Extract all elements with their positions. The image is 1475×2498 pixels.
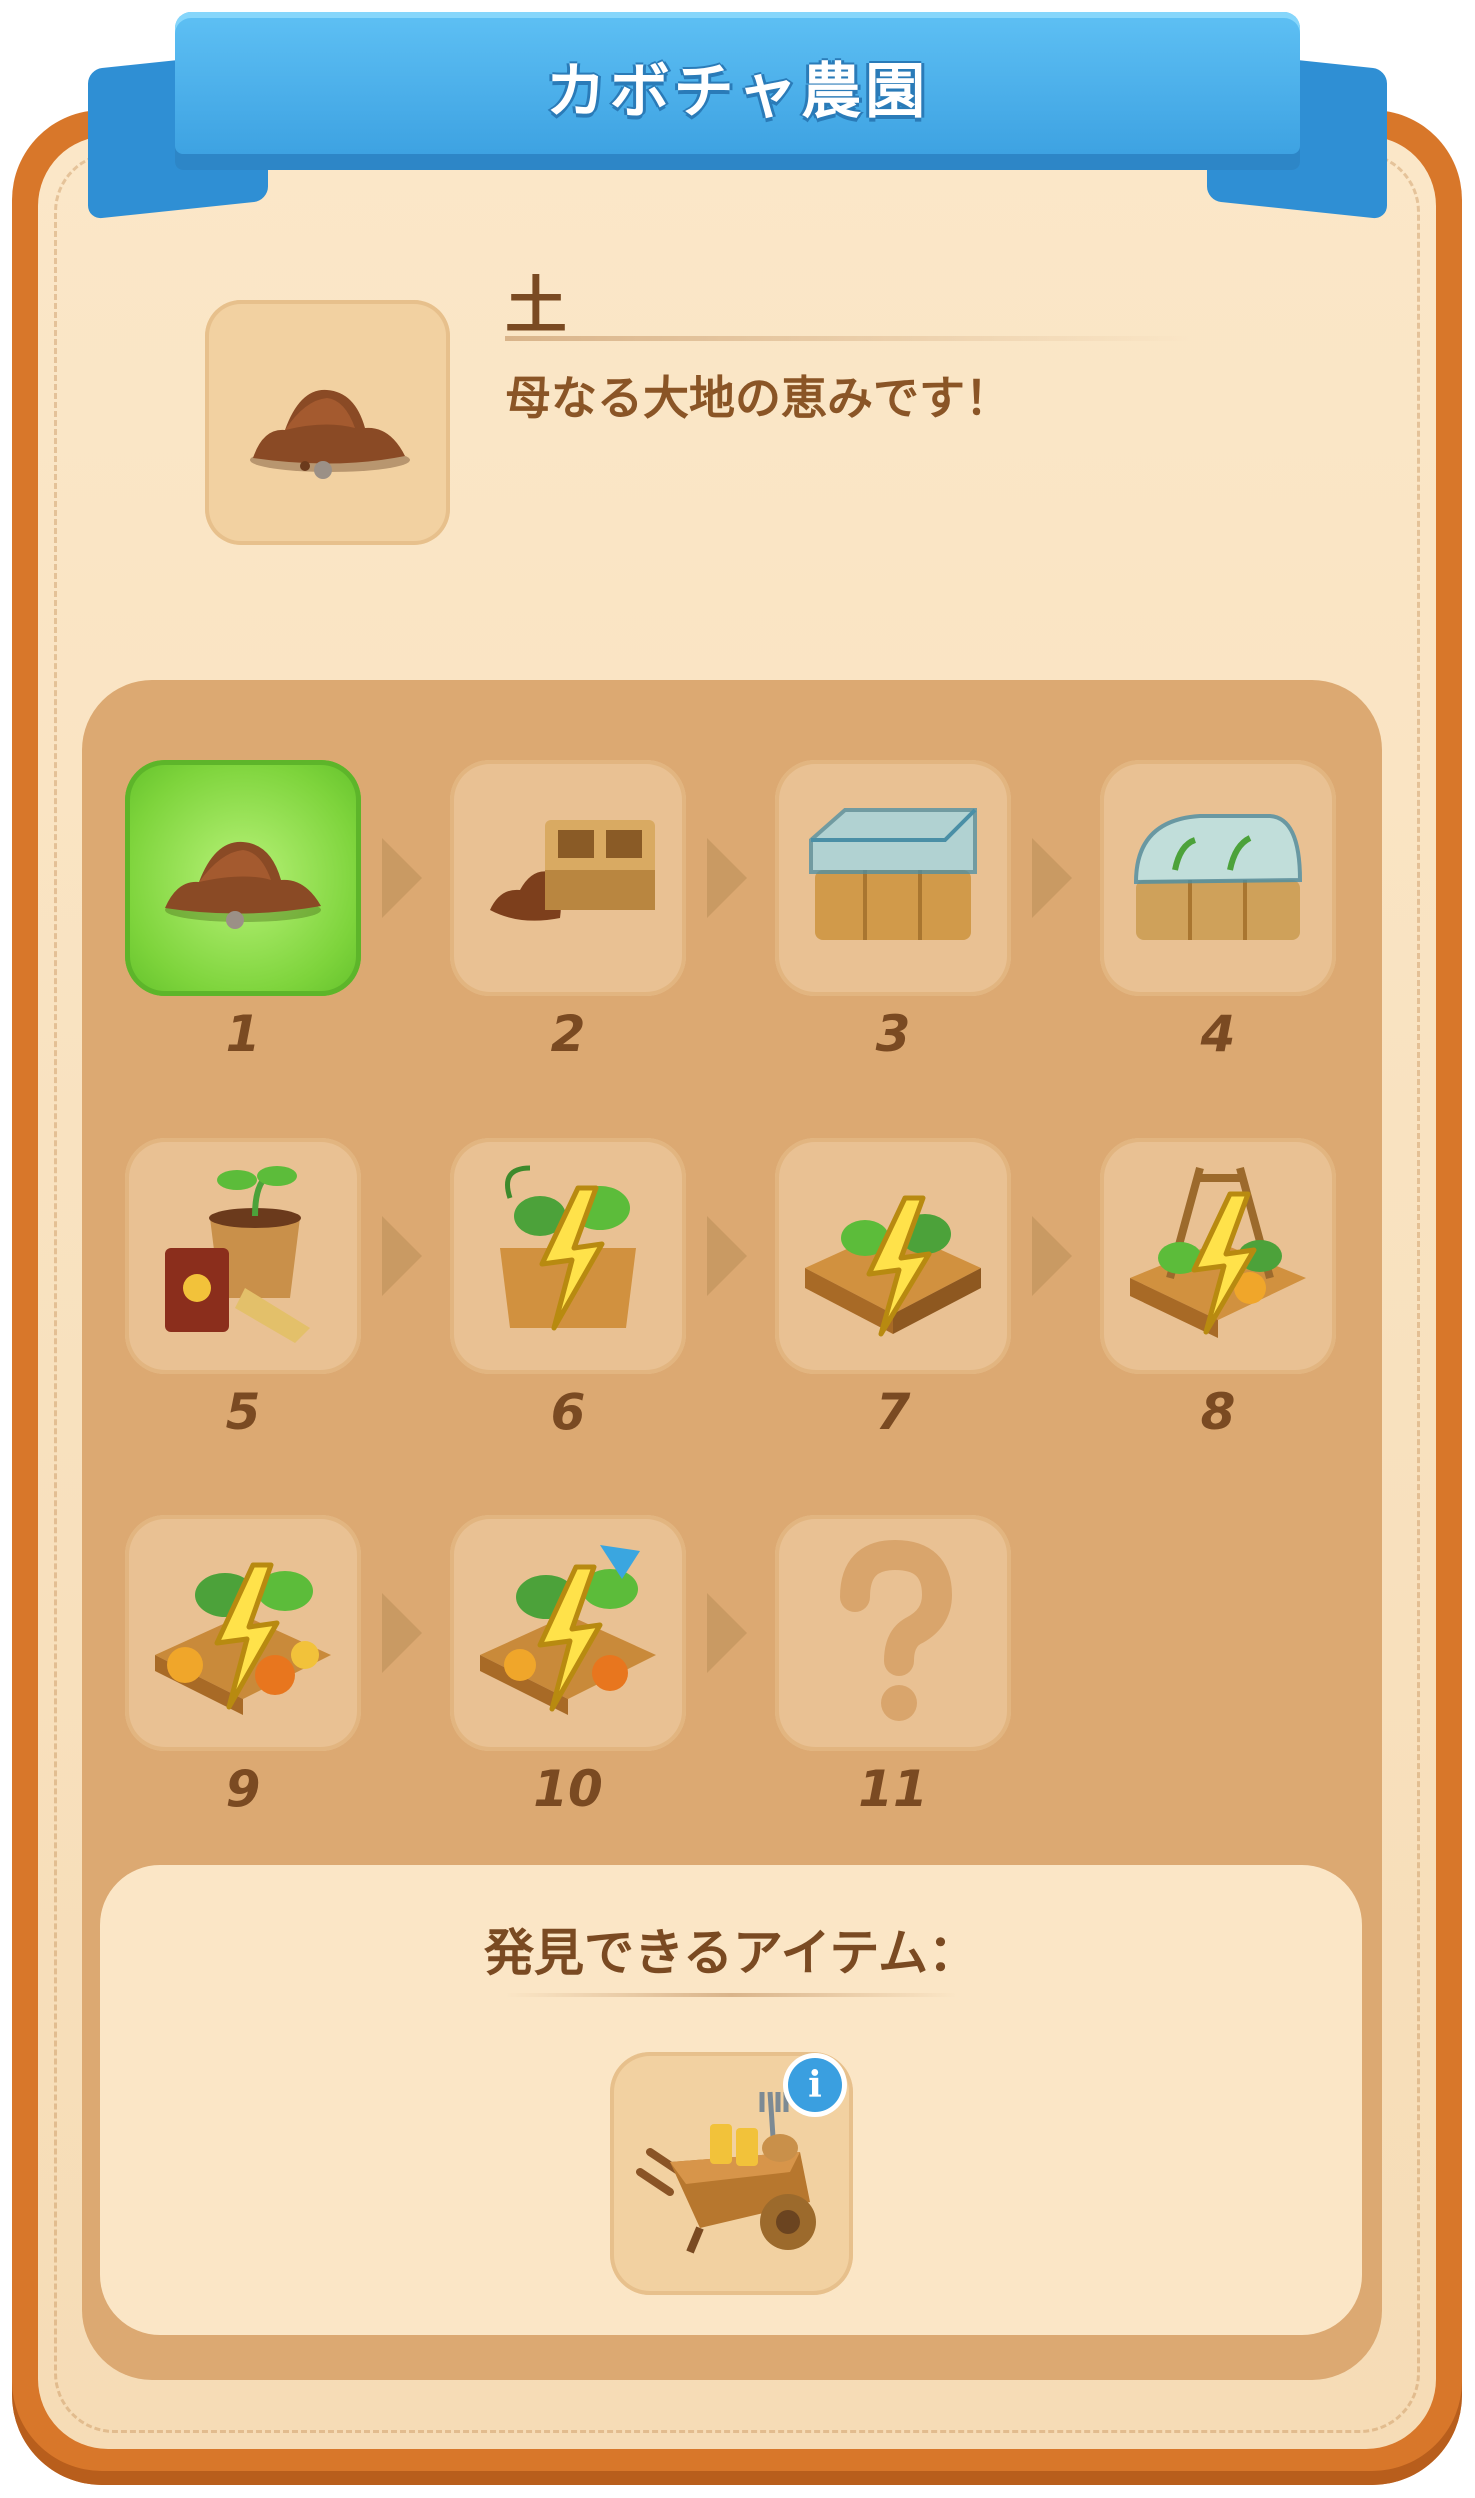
chain-arrow-icon — [707, 1593, 747, 1673]
pumpkin-garden-energy-icon — [480, 1545, 656, 1715]
chain-number: 9 — [225, 1760, 261, 1818]
soil-pile-icon — [250, 389, 410, 479]
seed-tray-icon — [490, 820, 655, 921]
soil-pile-icon — [165, 841, 321, 929]
info-icon[interactable]: i — [788, 2058, 842, 2112]
chain-item-11-locked[interactable] — [775, 1515, 1011, 1751]
chain-number: 11 — [858, 1760, 928, 1818]
chain-item-7[interactable] — [775, 1138, 1011, 1374]
chain-number: 10 — [533, 1760, 603, 1818]
discoverable-items-box: 発見できるアイテム： i — [100, 1865, 1362, 2335]
title-banner: カボチャ農園 — [175, 12, 1300, 170]
chain-number: 1 — [225, 1005, 261, 1063]
chain-item-3[interactable] — [775, 760, 1011, 996]
pumpkin-patch-energy-icon — [155, 1562, 331, 1715]
chain-item-4[interactable] — [1100, 760, 1336, 996]
chain-item-5[interactable] — [125, 1138, 361, 1374]
chain-number: 6 — [550, 1383, 586, 1441]
chain-arrow-icon — [382, 838, 422, 918]
chain-number: 8 — [1200, 1383, 1236, 1441]
selected-item-frame — [205, 300, 450, 545]
chain-arrow-icon — [707, 1216, 747, 1296]
chain-arrow-icon — [382, 1216, 422, 1296]
chain-number: 4 — [1200, 1005, 1236, 1063]
item-divider — [505, 336, 1195, 341]
chain-number: 7 — [875, 1383, 911, 1441]
chain-item-9[interactable] — [125, 1515, 361, 1751]
banner-title: カボチャ農園 — [545, 56, 930, 127]
chain-arrow-icon — [1032, 838, 1072, 918]
chain-item-1[interactable] — [125, 760, 361, 996]
discoverable-divider — [505, 1993, 957, 1997]
chain-number: 5 — [225, 1383, 261, 1441]
discoverable-title: 発見できるアイテム： — [484, 1924, 978, 1982]
chain-number: 3 — [875, 1005, 911, 1063]
chain-arrow-icon — [707, 838, 747, 918]
sprout-pot-gloves-icon — [165, 1166, 310, 1343]
chain-item-8[interactable] — [1100, 1138, 1336, 1374]
question-mark-icon — [840, 1539, 953, 1721]
chain-item-6[interactable] — [450, 1138, 686, 1374]
garden-bed-energy-icon — [805, 1195, 981, 1337]
vine-crate-energy-icon — [500, 1165, 636, 1331]
chain-item-2[interactable] — [450, 760, 686, 996]
glass-box-icon — [809, 808, 977, 940]
chain-item-10[interactable] — [450, 1515, 686, 1751]
item-name: 土 — [505, 269, 568, 342]
chain-arrow-icon — [1032, 1216, 1072, 1296]
chain-number: 2 — [550, 1005, 586, 1063]
trellis-bed-energy-icon — [1130, 1166, 1306, 1338]
chain-arrow-icon — [382, 1593, 422, 1673]
item-description: 母なる大地の恵みです！ — [505, 371, 1011, 425]
mini-greenhouse-icon — [1133, 814, 1303, 940]
